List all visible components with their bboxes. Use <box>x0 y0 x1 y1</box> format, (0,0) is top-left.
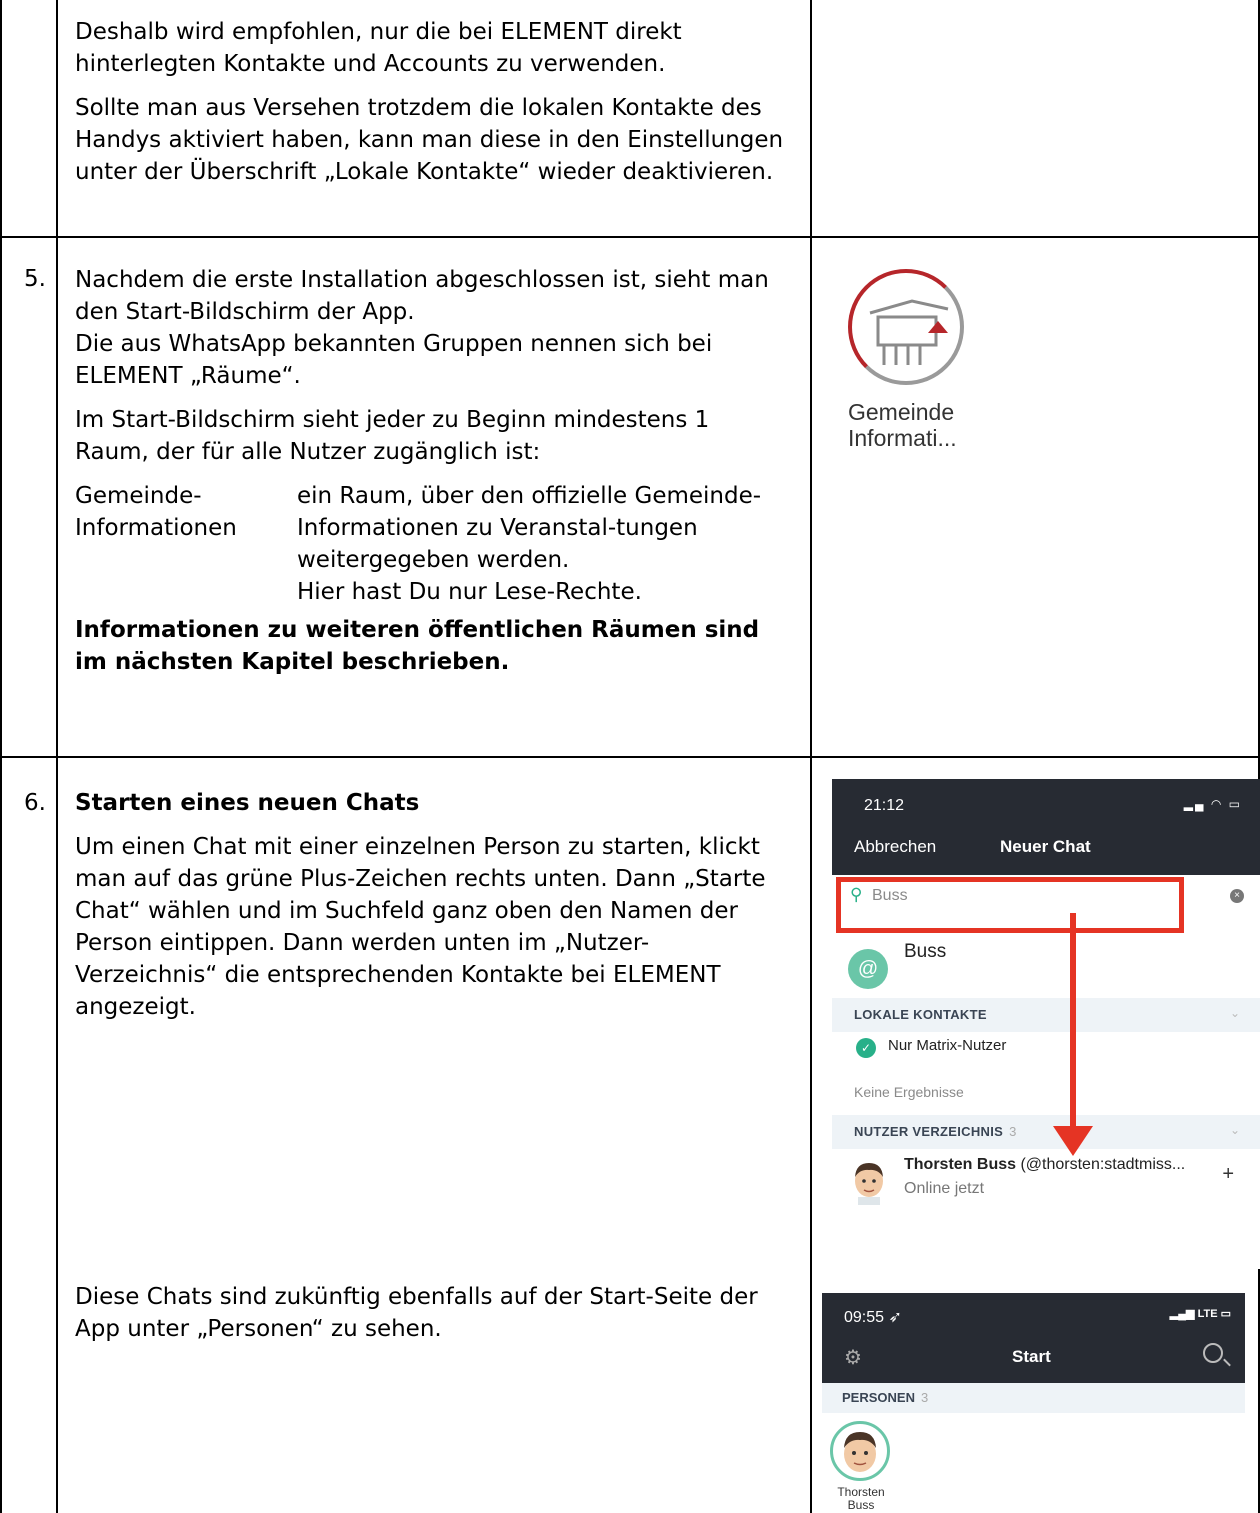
status-time: 21:12 <box>864 797 905 814</box>
annotation-arrow <box>1070 913 1076 1129</box>
signal-network-battery-icon: ▂▄▆ LTE ▭ <box>1169 1308 1231 1320</box>
network-label: LTE <box>1197 1308 1218 1320</box>
section-title-text: PERSONEN <box>842 1390 915 1405</box>
user-avatar <box>855 1163 883 1205</box>
cancel-button[interactable]: Abbrechen <box>854 837 936 857</box>
at-sign-icon: @ <box>848 949 888 989</box>
status-bar: 09:55 ➶ ▂▄▆ LTE ▭ <box>822 1293 1245 1337</box>
user-status: Online jetzt <box>904 1180 985 1197</box>
clear-icon[interactable]: × <box>1230 889 1244 903</box>
nav-bar: Abbrechen Neuer Chat <box>832 829 1260 875</box>
status-time-text: 09:55 <box>844 1309 885 1326</box>
document-page: Deshalb wird empfohlen, nur die bei ELEM… <box>0 0 1260 1513</box>
text-cell-continuation: Deshalb wird empfohlen, nur die bei ELEM… <box>75 16 790 200</box>
status-time: 09:55 ➶ <box>844 1307 902 1327</box>
screenshot-start: 09:55 ➶ ▂▄▆ LTE ▭ ⚙ Start PERSONEN 3 Thor… <box>822 1293 1245 1513</box>
section-count: 3 <box>1009 1124 1017 1139</box>
section-local-contacts[interactable]: LOKALE KONTAKTE ⌄ <box>832 998 1260 1032</box>
text-cell-step-5: Nachdem die erste Installation abgeschlo… <box>75 264 790 690</box>
annotation-arrow-head <box>1053 1126 1093 1156</box>
step-number: 5. <box>24 266 46 292</box>
section-title-text: NUTZER VERZEICHNIS <box>854 1124 1004 1139</box>
no-results-text: Keine Ergebnisse <box>854 1084 964 1100</box>
screenshot-new-chat: 21:12 ▂▄ ◠ ▭ Abbrechen Neuer Chat ⚲ Buss… <box>832 779 1260 1269</box>
checkmark-icon[interactable]: ✓ <box>856 1038 876 1058</box>
definition-term: Gemeinde-Informationen <box>75 483 237 541</box>
search-icon[interactable] <box>1203 1343 1223 1363</box>
section-title: PERSONEN 3 <box>842 1390 928 1405</box>
user-name[interactable]: Thorsten Buss (@thorsten:stadtmiss... <box>904 1156 1185 1174</box>
nav-title: Neuer Chat <box>1000 837 1091 856</box>
section-title: NUTZER VERZEICHNIS 3 <box>854 1124 1017 1139</box>
table-row-divider <box>0 236 1260 238</box>
definition-text: ein Raum, über den offizielle Gemeinde-I… <box>297 483 762 573</box>
person-avatar[interactable] <box>830 1421 890 1481</box>
paragraph: Nachdem die erste Installation abgeschlo… <box>75 267 769 325</box>
paragraph: Diese Chats sind zukünftig ebenfalls auf… <box>75 1284 758 1342</box>
app-icon-label: Gemeinde Informati... <box>848 399 957 451</box>
nav-bar: ⚙ Start <box>822 1337 1245 1383</box>
definition-row: Gemeinde-Informationen ein Raum, über de… <box>75 480 790 608</box>
bold-note: Informationen zu weiteren öffentlichen R… <box>75 617 760 675</box>
signal-wifi-battery-icon: ▂▄ ◠ ▭ <box>1183 797 1242 811</box>
definition-description: ein Raum, über den offizielle Gemeinde-I… <box>297 480 777 608</box>
nav-title: Start <box>1012 1347 1051 1366</box>
gear-icon[interactable]: ⚙ <box>844 1345 862 1370</box>
user-id: (@thorsten:stadtmiss... <box>1020 1156 1186 1173</box>
step-number: 6. <box>24 790 46 816</box>
person-name: Thorsten Buss <box>837 1485 885 1512</box>
text-cell-step-6-followup: Diese Chats sind zukünftig ebenfalls auf… <box>75 1281 790 1357</box>
status-bar: 21:12 ▂▄ ◠ ▭ <box>832 779 1260 829</box>
add-user-button[interactable]: + <box>1222 1163 1234 1186</box>
search-result-label[interactable]: Buss <box>904 941 946 963</box>
app-icon-gemeinde-informationen: Gemeinde Informati... <box>848 269 972 451</box>
text-cell-step-6: Starten eines neuen Chats Um einen Chat … <box>75 787 790 1035</box>
search-highlight-box <box>836 877 1184 933</box>
paragraph: Im Start-Bildschirm sieht jeder zu Begin… <box>75 407 710 465</box>
paragraph: Um einen Chat mit einer einzelnen Person… <box>75 834 766 1020</box>
user-display-name: Thorsten Buss <box>904 1156 1017 1173</box>
chevron-down-icon: ⌄ <box>1229 1006 1240 1020</box>
paragraph: Deshalb wird empfohlen, nur die bei ELEM… <box>75 19 682 77</box>
section-count: 3 <box>920 1390 929 1405</box>
step-heading: Starten eines neuen Chats <box>75 790 420 816</box>
section-title: LOKALE KONTAKTE <box>854 1007 987 1022</box>
section-user-directory[interactable]: NUTZER VERZEICHNIS 3 ⌄ <box>832 1115 1260 1149</box>
paragraph: Die aus WhatsApp bekannten Gruppen nenne… <box>75 331 713 389</box>
paragraph: Sollte man aus Versehen trotzdem die lok… <box>75 95 784 185</box>
section-people: PERSONEN 3 <box>822 1383 1245 1413</box>
table-row-divider <box>0 756 1260 758</box>
building-logo-icon <box>848 269 964 385</box>
location-arrow-icon: ➶ <box>888 1309 902 1326</box>
definition-text: Hier hast Du nur Lese-Rechte. <box>297 579 642 605</box>
matrix-only-label: Nur Matrix-Nutzer <box>888 1037 1007 1054</box>
chevron-down-icon: ⌄ <box>1229 1123 1240 1137</box>
